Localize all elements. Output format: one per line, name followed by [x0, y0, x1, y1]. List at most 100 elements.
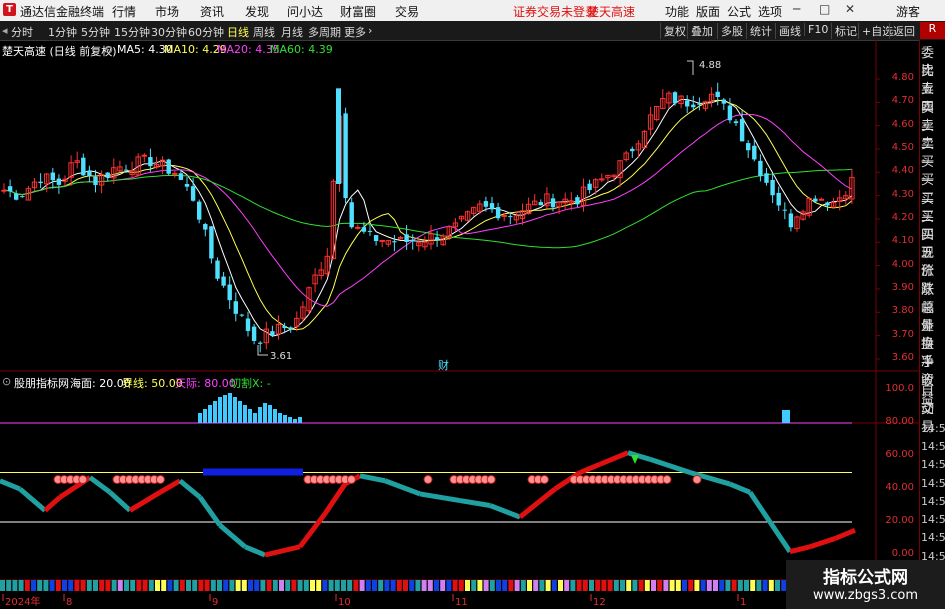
more-chevron-icon[interactable]: › — [368, 24, 372, 37]
candle-down[interactable] — [685, 100, 690, 107]
candle-down[interactable] — [752, 145, 757, 160]
candle-down[interactable] — [245, 318, 251, 331]
candle-spike[interactable] — [336, 88, 341, 184]
candle-down[interactable] — [404, 234, 409, 242]
candle-down[interactable] — [14, 193, 19, 200]
candle-down[interactable] — [575, 197, 580, 205]
candle-down[interactable] — [691, 104, 696, 108]
period-tab-60min[interactable]: 60分钟 — [188, 24, 224, 40]
menu-item-wenxiaoda[interactable]: 问小达 — [287, 3, 323, 20]
period-tab-daily[interactable]: 日线 — [227, 24, 249, 40]
candle-down[interactable] — [672, 92, 678, 104]
period-tab-more[interactable]: 更多 — [344, 24, 366, 40]
candle-up[interactable] — [141, 154, 148, 157]
candle-down[interactable] — [166, 159, 171, 174]
candle-down[interactable] — [288, 327, 293, 330]
candle-down[interactable] — [776, 192, 781, 206]
button-duogu[interactable]: 多股 — [717, 23, 746, 39]
menu-item-gongneng[interactable]: 功能 — [665, 3, 689, 20]
menu-item-gongshi[interactable]: 公式 — [727, 3, 751, 20]
button-tongji[interactable]: 统计 — [746, 23, 775, 39]
candle-down[interactable] — [410, 239, 415, 242]
menu-item-shichang[interactable]: 市场 — [155, 3, 179, 20]
button-biaoji[interactable]: 标记 — [831, 23, 860, 39]
candle-down[interactable] — [233, 301, 238, 314]
candle-down[interactable] — [489, 203, 495, 210]
period-tab-monthly[interactable]: 月线 — [281, 24, 303, 40]
menu-item-faxian[interactable]: 发现 — [245, 3, 269, 20]
candle-down[interactable] — [483, 201, 489, 207]
candle-down[interactable] — [215, 260, 220, 279]
candle-down[interactable] — [434, 237, 440, 241]
menu-item-caifuquan[interactable]: 财富圈 — [340, 3, 376, 20]
candle-down[interactable] — [197, 201, 202, 220]
candle-down[interactable] — [770, 179, 775, 196]
button-huaxian[interactable]: 画线 — [775, 23, 804, 39]
candle-down[interactable] — [727, 105, 733, 121]
candle-down[interactable] — [825, 202, 830, 206]
menu-item-jiaoyi[interactable]: 交易 — [395, 3, 419, 20]
maximize-icon[interactable]: □ — [819, 2, 830, 16]
candle-down[interactable] — [550, 198, 556, 208]
button-f10[interactable]: F10 — [804, 23, 831, 36]
candle-down[interactable] — [733, 121, 739, 124]
candle-down[interactable] — [367, 230, 373, 232]
period-tab-15min[interactable]: 15分钟 — [114, 24, 150, 40]
candle-down[interactable] — [587, 183, 592, 191]
candle-down[interactable] — [209, 226, 214, 259]
period-tab-1min[interactable]: 1分钟 — [48, 24, 77, 40]
candle-down[interactable] — [258, 342, 263, 344]
candle-down[interactable] — [813, 198, 818, 202]
candle-down[interactable] — [349, 202, 354, 228]
candle-down[interactable] — [148, 157, 153, 167]
candle-down[interactable] — [495, 207, 501, 219]
candle-down[interactable] — [20, 196, 25, 198]
candle-down[interactable] — [715, 91, 720, 97]
period-tab-fenshi[interactable]: 分时 — [11, 24, 33, 40]
candle-up[interactable] — [1, 189, 7, 192]
candle-down[interactable] — [508, 216, 513, 218]
candle-down[interactable] — [746, 143, 751, 151]
menu-item-banmian[interactable]: 版面 — [696, 3, 720, 20]
candle-down[interactable] — [538, 202, 543, 206]
candle-down[interactable] — [697, 103, 702, 105]
period-tab-30min[interactable]: 30分钟 — [151, 24, 187, 40]
candle-down[interactable] — [282, 325, 287, 329]
candle-down[interactable] — [184, 183, 190, 187]
menu-item-zixun[interactable]: 资讯 — [200, 3, 224, 20]
candle-down[interactable] — [782, 209, 787, 211]
candle-down[interactable] — [123, 169, 129, 171]
candle-up[interactable] — [818, 198, 825, 201]
candle-up[interactable] — [599, 178, 605, 181]
candle-up[interactable] — [172, 172, 178, 175]
candle-down[interactable] — [739, 119, 745, 142]
candle-down[interactable] — [87, 170, 92, 176]
candle-down[interactable] — [764, 173, 769, 183]
candle-down[interactable] — [221, 276, 226, 286]
candle-down[interactable] — [203, 224, 208, 230]
candle-down[interactable] — [178, 173, 184, 180]
menu-item-hangqing[interactable]: 行情 — [112, 3, 136, 20]
candle-down[interactable] — [105, 172, 110, 178]
candle-down[interactable] — [392, 241, 397, 243]
candle-down[interactable] — [270, 331, 275, 336]
candle-up[interactable] — [355, 226, 361, 229]
menu-item-xuanxiang[interactable]: 选项 — [758, 3, 782, 20]
candle-down[interactable] — [788, 213, 794, 228]
candle-down[interactable] — [190, 186, 196, 201]
candle-down[interactable] — [239, 314, 245, 316]
candle-down[interactable] — [50, 172, 55, 181]
candle-down[interactable] — [373, 235, 379, 242]
period-tab-multi[interactable]: 多周期 — [308, 24, 341, 40]
user-label[interactable]: 游客 — [896, 3, 920, 20]
close-icon[interactable]: ✕ — [845, 2, 855, 16]
candle-down[interactable] — [721, 99, 726, 104]
login-notice[interactable]: 证券交易未登录 — [513, 3, 597, 20]
minimize-icon[interactable]: ─ — [793, 2, 800, 16]
button-fuquan[interactable]: 复权 — [660, 23, 689, 39]
button-back[interactable]: 返回 — [889, 23, 918, 39]
candle-up[interactable] — [501, 214, 507, 217]
r-badge[interactable]: R — [920, 22, 945, 39]
candle-down[interactable] — [227, 284, 232, 301]
candle-down[interactable] — [630, 148, 635, 152]
